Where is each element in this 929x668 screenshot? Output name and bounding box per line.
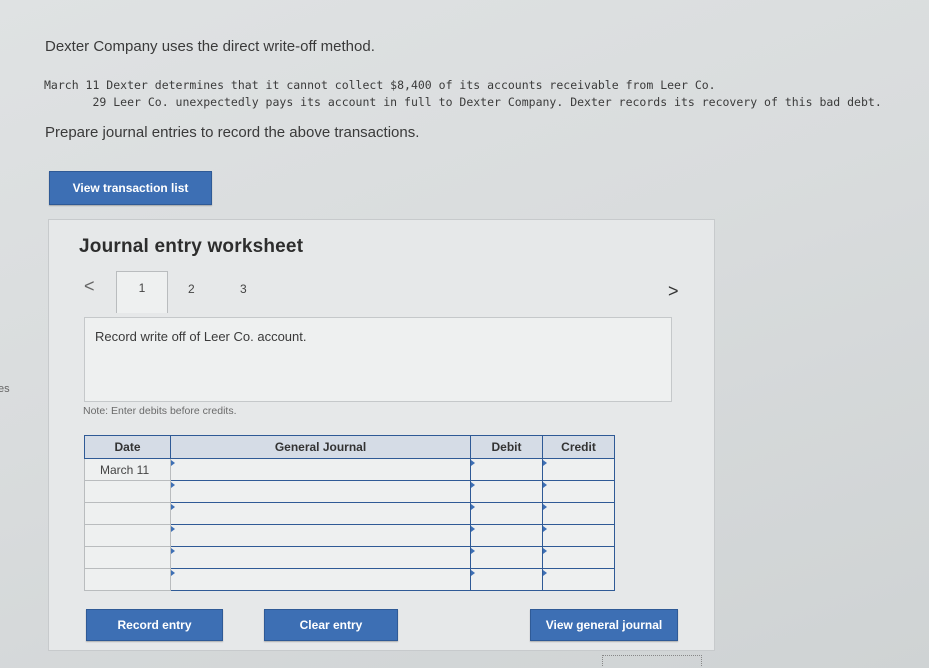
journal-header-row: Date General Journal Debit Credit [84,435,615,459]
date-cell [84,480,171,503]
debit-input[interactable] [470,568,543,591]
header-debit: Debit [470,435,543,459]
account-input[interactable] [170,502,471,525]
date-cell [84,524,171,547]
table-row: March 11 [84,458,615,481]
credit-input[interactable] [542,568,615,591]
date-cell [84,502,171,525]
debit-input[interactable] [470,524,543,547]
date-cell [84,568,171,591]
record-entry-button[interactable]: Record entry [86,609,223,641]
header-general-journal: General Journal [170,435,471,459]
table-row [84,568,615,591]
account-input[interactable] [170,480,471,503]
problem-intro: Dexter Company uses the direct write-off… [45,38,375,55]
view-transaction-list-button[interactable]: View transaction list [49,171,212,205]
journal-table: Date General Journal Debit Credit March … [84,435,615,591]
account-input[interactable] [170,524,471,547]
debit-input[interactable] [470,546,543,569]
table-row [84,502,615,525]
credit-input[interactable] [542,524,615,547]
problem-instruction: Prepare journal entries to record the ab… [45,124,420,141]
view-general-journal-button[interactable]: View general journal [530,609,678,641]
worksheet-title: Journal entry worksheet [79,236,304,257]
account-input[interactable] [170,458,471,481]
instruction-text: Record write off of Leer Co. account. [95,329,307,344]
header-credit: Credit [542,435,615,459]
chevron-left-icon[interactable]: < [84,276,95,297]
debit-input[interactable] [470,480,543,503]
tab-2[interactable]: 2 [188,282,195,296]
date-cell [84,546,171,569]
note-text: Note: Enter debits before credits. [83,405,237,417]
transaction-line-29: 29 Leer Co. unexpectedly pays its accoun… [44,95,882,109]
account-input[interactable] [170,568,471,591]
debit-input[interactable] [470,502,543,525]
chevron-right-icon[interactable]: > [668,281,679,302]
credit-input[interactable] [542,458,615,481]
clear-entry-button[interactable]: Clear entry [264,609,398,641]
debit-input[interactable] [470,458,543,481]
tab-3[interactable]: 3 [240,282,247,296]
credit-input[interactable] [542,546,615,569]
table-row [84,480,615,503]
table-row [84,524,615,547]
transaction-line-march-11: March 11 Dexter determines that it canno… [44,78,716,92]
credit-input[interactable] [542,502,615,525]
credit-input[interactable] [542,480,615,503]
side-text: es [0,383,10,395]
tab-1[interactable]: 1 [116,271,168,313]
account-input[interactable] [170,546,471,569]
date-cell: March 11 [84,458,171,481]
header-date: Date [84,435,171,459]
focus-outline [602,655,702,666]
table-row [84,546,615,569]
